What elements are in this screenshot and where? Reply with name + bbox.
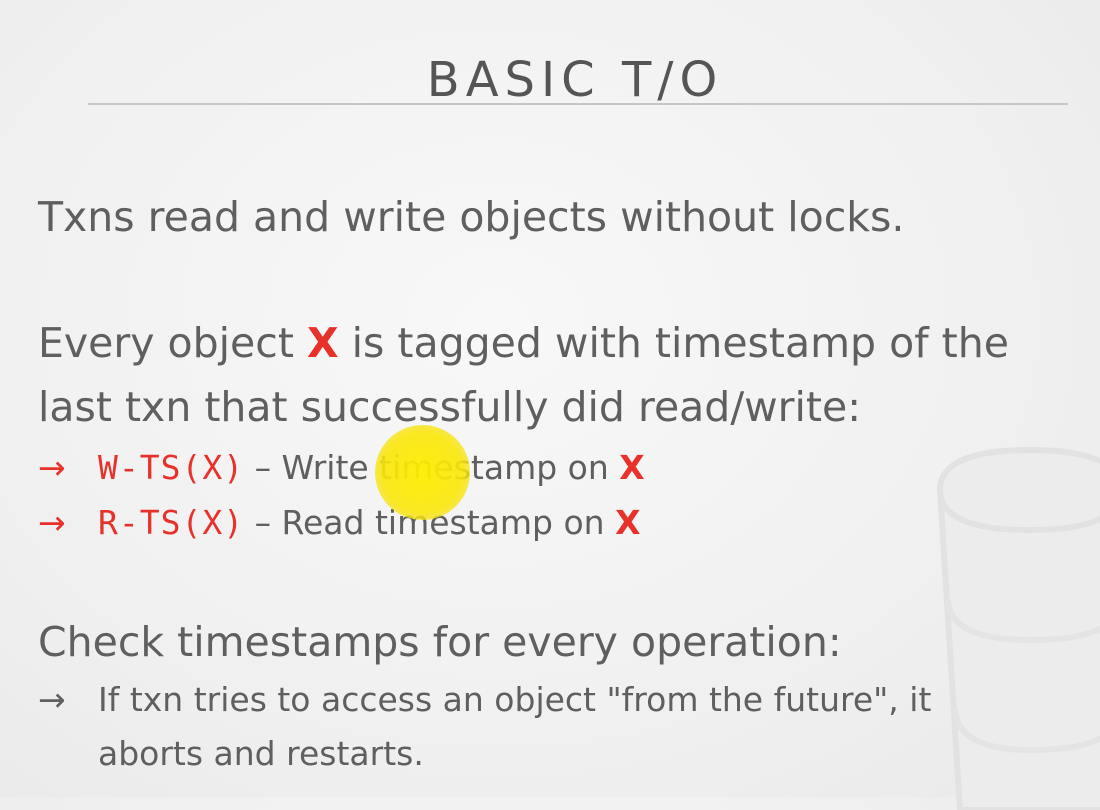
bullet-write-timestamp: →W-TS(X) – Write timestamp on X: [38, 440, 645, 496]
bullet-read-timestamp: → R-TS(X) – Read timestamp on X: [38, 495, 641, 551]
sub-bullet-line2: aborts and restarts.: [98, 734, 424, 773]
paragraph-check: Check timestamps for every operation:: [38, 618, 842, 666]
paragraph-locks: Txns read and write objects without lock…: [38, 193, 905, 241]
arrow-right-icon: →: [38, 448, 66, 487]
sub-bullet-future: → If txn tries to access an object "from …: [38, 672, 931, 728]
variable-x: X: [619, 448, 645, 487]
paragraph-tagged-line1: Every object X is tagged with timestamp …: [38, 311, 1009, 375]
arrow-right-icon: →: [38, 503, 66, 542]
title-divider: [88, 103, 1068, 105]
paragraph-tagged-line2: last txn that successfully did read/writ…: [38, 383, 862, 431]
arrow-right-icon: →: [38, 680, 66, 719]
pointer-highlight-icon: [375, 425, 470, 520]
paragraph-tagged: Every object X is tagged with timestamp …: [38, 311, 1009, 439]
database-cylinder-icon: [936, 446, 1100, 810]
slide: BASIC T/O Txns read and write objects wi…: [0, 0, 1100, 810]
sub-bullet-line1: If txn tries to access an object "from t…: [98, 680, 932, 719]
text-segment: Every object: [38, 319, 307, 367]
variable-x: X: [306, 319, 339, 367]
slide-title: BASIC T/O: [426, 52, 724, 109]
code-wts: W-TS(X): [98, 448, 245, 487]
text-segment: is tagged with timestamp of the: [338, 319, 1009, 367]
variable-x: X: [615, 503, 641, 542]
code-rts: R-TS(X): [98, 503, 245, 542]
